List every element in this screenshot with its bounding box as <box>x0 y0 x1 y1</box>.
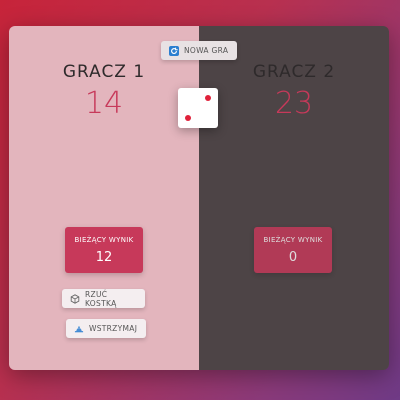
dice-pip <box>185 115 191 121</box>
new-game-label: NOWA GRA <box>184 46 229 55</box>
hold-label: WSTRZYMAJ <box>89 324 138 333</box>
player-2-current-score: 0 <box>288 250 298 265</box>
player-2-panel: GRACZ 2 23 BIEŻĄCY WYNIK 0 <box>199 26 389 370</box>
hold-button[interactable]: WSTRZYMAJ <box>66 319 146 338</box>
dice-icon <box>70 293 80 304</box>
new-game-button[interactable]: NOWA GRA <box>161 41 237 60</box>
player-1-current-label: BIEŻĄCY WYNIK <box>74 236 134 244</box>
hand-icon <box>74 324 84 334</box>
player-2-name: GRACZ 2 <box>252 62 336 82</box>
player-1-score: 14 <box>84 86 124 121</box>
game-board: GRACZ 1 14 BIEŻĄCY WYNIK 12 GRACZ 2 23 B… <box>9 26 389 370</box>
player-2-current-label: BIEŻĄCY WYNIK <box>263 236 323 244</box>
roll-dice-button[interactable]: RZUĆ KOSTKĄ <box>62 289 145 308</box>
dice <box>178 88 218 128</box>
player-1-current-box: BIEŻĄCY WYNIK 12 <box>65 227 143 273</box>
dice-pip <box>205 95 211 101</box>
player-1-name: GRACZ 1 <box>62 62 146 82</box>
refresh-icon <box>169 45 179 56</box>
player-2-score: 23 <box>274 86 314 121</box>
player-1-current-score: 12 <box>95 250 113 265</box>
roll-dice-label: RZUĆ KOSTKĄ <box>85 289 117 308</box>
player-2-current-box: BIEŻĄCY WYNIK 0 <box>254 227 332 273</box>
